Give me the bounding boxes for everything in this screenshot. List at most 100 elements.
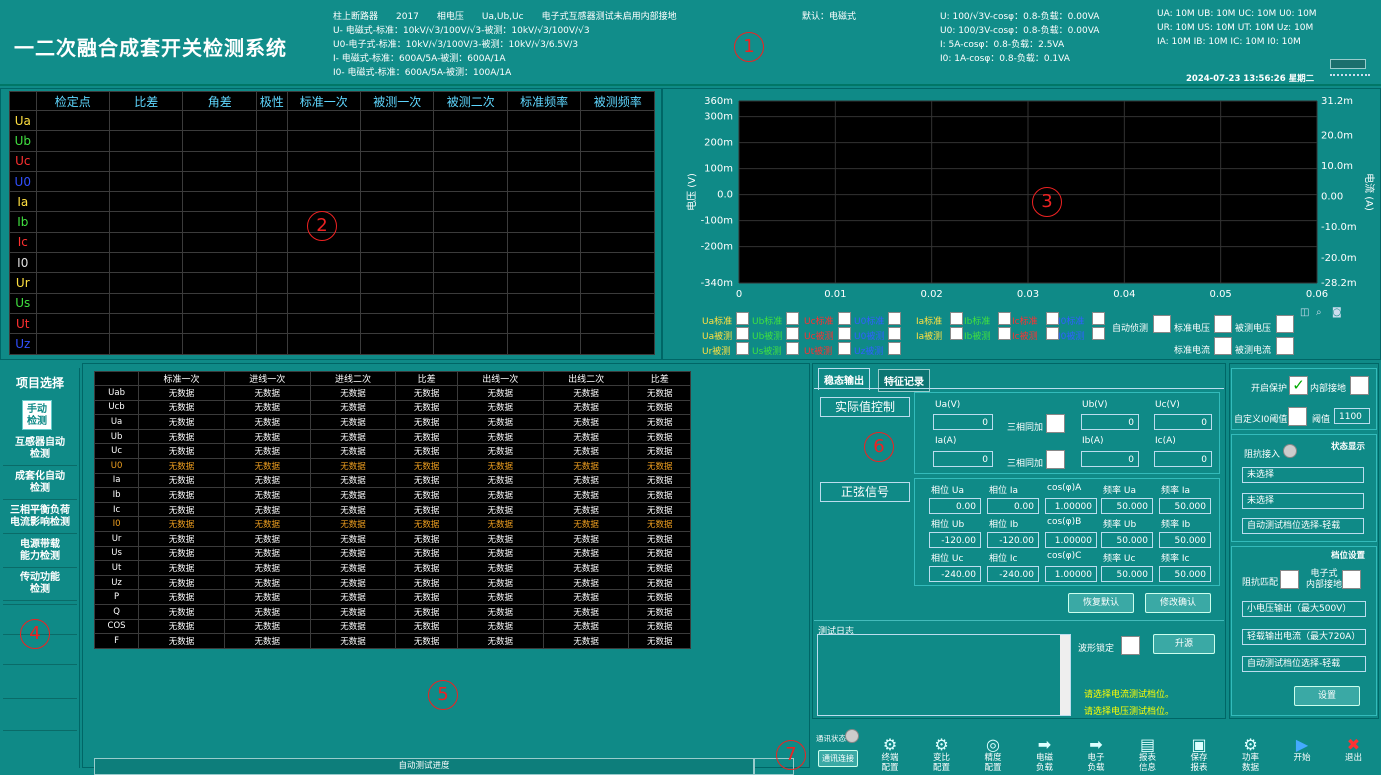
phase-input[interactable]: 50.000 [1159, 498, 1211, 514]
result-cell [433, 130, 508, 152]
phase-input[interactable]: -120.00 [929, 532, 981, 548]
phase-input[interactable]: -120.00 [987, 532, 1039, 548]
auto-measure-checkbox[interactable] [1153, 315, 1171, 333]
toolbar-button-2[interactable]: ◎ 精度 配置 [969, 737, 1017, 774]
legend-checkbox[interactable] [786, 312, 799, 325]
toolbar-button-7[interactable]: ⚙ 功率 数据 [1227, 737, 1275, 774]
uc-input[interactable]: 0 [1154, 414, 1212, 430]
phase-input[interactable]: 50.000 [1101, 498, 1153, 514]
data-cell: 无数据 [395, 472, 458, 489]
ub-input[interactable]: 0 [1081, 414, 1139, 430]
std-voltage-checkbox[interactable] [1214, 315, 1232, 333]
data-cell: 无数据 [395, 399, 458, 416]
custom-i0-checkbox[interactable] [1288, 407, 1307, 426]
toolbar-button-6[interactable]: ▣ 保存 报表 [1175, 737, 1223, 774]
toolbar-button-0[interactable]: ⚙ 终端 配置 [866, 737, 914, 774]
threshold-input[interactable]: 1100 [1334, 408, 1370, 424]
table-row: U0 无数据 无数据 无数据 无数据 无数据 无数据 无数据 [93, 457, 691, 474]
legend-checkbox[interactable] [950, 312, 963, 325]
menu-item-1[interactable]: 互感器自动 检测 [3, 434, 77, 466]
legend-checkbox[interactable] [888, 327, 901, 340]
test-current-checkbox[interactable] [1276, 337, 1294, 355]
menu-item-5[interactable]: 传动功能 检测 [3, 569, 77, 601]
legend-checkbox[interactable] [838, 327, 851, 340]
row-label: I0 [9, 252, 37, 274]
legend-checkbox[interactable] [1092, 312, 1105, 325]
internal-ground-checkbox[interactable] [1350, 376, 1369, 395]
phase-input[interactable]: -240.00 [987, 566, 1039, 582]
sine-signal[interactable]: 正弦信号 [820, 482, 910, 502]
auto-gear-select[interactable]: 自动测试档位选择-轻载 [1242, 656, 1366, 672]
sync-label-2: 三相同加 [1007, 459, 1044, 469]
log-scrollbar[interactable] [1060, 635, 1070, 715]
zoom-tool-icon[interactable]: ◫ [1300, 307, 1309, 318]
ia-input[interactable]: 0 [933, 451, 993, 467]
test-voltage-checkbox[interactable] [1276, 315, 1294, 333]
phase-input[interactable]: 1.00000 [1045, 566, 1097, 582]
log-box[interactable] [817, 634, 1071, 716]
phase-input[interactable]: 50.000 [1159, 566, 1211, 582]
phase-input[interactable]: 0.00 [929, 498, 981, 514]
search-tool-icon[interactable]: ⌕ [1316, 307, 1322, 318]
sync-u-checkbox[interactable] [1046, 414, 1065, 433]
voltage-gear-select[interactable]: 小电压输出（最大500V） [1242, 601, 1366, 617]
raise-source-button[interactable]: 升源 [1153, 634, 1215, 654]
result-cell [433, 109, 508, 132]
phase-input[interactable]: 0.00 [987, 498, 1039, 514]
phase-input[interactable]: 1.00000 [1045, 498, 1097, 514]
legend-checkbox[interactable] [786, 327, 799, 340]
legend-checkbox[interactable] [998, 327, 1011, 340]
result-cell [108, 150, 184, 172]
enable-protection-checkbox[interactable]: ✓ [1289, 376, 1308, 395]
data-cell: 无数据 [309, 399, 397, 416]
legend-checkbox[interactable] [888, 312, 901, 325]
confirm-change-button[interactable]: 修改确认 [1145, 593, 1211, 613]
camera-tool-icon[interactable]: ◙ [1332, 307, 1342, 318]
data-cell: 无数据 [542, 589, 630, 605]
legend-checkbox[interactable] [888, 342, 901, 355]
legend-checkbox[interactable] [998, 312, 1011, 325]
phase-input[interactable]: 1.00000 [1045, 532, 1097, 548]
menu-item-2[interactable]: 成套化自动 检测 [3, 468, 77, 500]
data-cell: 无数据 [628, 603, 691, 620]
keyboard-icon[interactable] [1330, 59, 1366, 69]
tab-steady-output[interactable]: 稳态输出 [818, 368, 870, 390]
current-gear-select[interactable]: 轻载输出电流（最大720A） [1242, 629, 1366, 645]
legend-checkbox[interactable] [736, 312, 749, 325]
legend-checkbox[interactable] [1092, 327, 1105, 340]
menu-item-3[interactable]: 三相平衡负荷 电流影响检测 [3, 502, 77, 534]
toolbar-button-3[interactable]: ➡ 电磁 负载 [1021, 737, 1069, 774]
ic-input[interactable]: 0 [1154, 451, 1212, 467]
electronic-ground-checkbox[interactable] [1342, 570, 1361, 589]
set-button[interactable]: 设置 [1294, 686, 1360, 706]
ua-input[interactable]: 0 [933, 414, 993, 430]
result-cell [255, 109, 288, 132]
phase-input[interactable]: 50.000 [1159, 532, 1211, 548]
legend-checkbox[interactable] [736, 342, 749, 355]
legend-checkbox[interactable] [736, 327, 749, 340]
sync-i-checkbox[interactable] [1046, 450, 1065, 469]
data-cell: 无数据 [309, 385, 397, 401]
toolbar-button-9[interactable]: ✖ 退出 [1330, 737, 1378, 764]
phase-input[interactable]: 50.000 [1101, 566, 1153, 582]
menu-item-4[interactable]: 电源带载 能力检测 [3, 536, 77, 568]
std-current-checkbox[interactable] [1214, 337, 1232, 355]
toolbar-button-4[interactable]: ➡ 电子 负载 [1072, 737, 1120, 774]
legend-checkbox[interactable] [838, 342, 851, 355]
toolbar-button-5[interactable]: ▤ 报表 信息 [1124, 737, 1172, 774]
legend-checkbox[interactable] [838, 312, 851, 325]
ib-input[interactable]: 0 [1081, 451, 1139, 467]
comm-connect-button[interactable]: 通讯连接 [818, 750, 858, 767]
toolbar-button-8[interactable]: ▶ 开始 [1278, 737, 1326, 764]
legend-checkbox[interactable] [786, 342, 799, 355]
phase-input[interactable]: 50.000 [1101, 532, 1153, 548]
data-row-label: Us [93, 545, 140, 562]
phase-input[interactable]: -240.00 [929, 566, 981, 582]
menu-item-0[interactable]: 手动 检测 [22, 400, 52, 430]
toolbar-button-1[interactable]: ⚙ 变比 配置 [918, 737, 966, 774]
restore-default-button[interactable]: 恢复默认 [1068, 593, 1134, 613]
actual-value-control[interactable]: 实际值控制 [820, 397, 910, 417]
impedance-match-checkbox[interactable] [1280, 570, 1299, 589]
wave-lock-checkbox[interactable] [1121, 636, 1140, 655]
legend-checkbox[interactable] [950, 327, 963, 340]
